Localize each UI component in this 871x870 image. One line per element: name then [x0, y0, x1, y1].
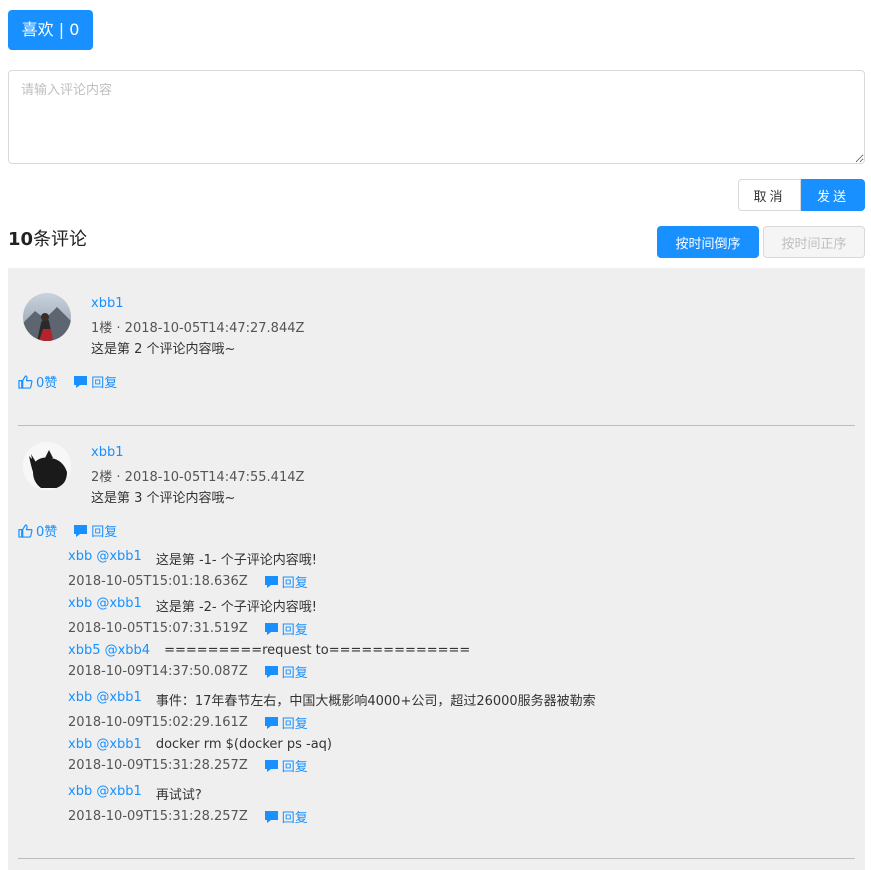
black-cat-avatar: [23, 442, 71, 490]
reply-label: 回复: [281, 623, 308, 638]
like-button[interactable]: 喜欢 | 0: [8, 10, 93, 50]
sub-comment-author[interactable]: xbb @xbb1: [68, 784, 142, 803]
comment-count-suffix: 条评论: [33, 229, 88, 250]
comment-content: 这是第 2 个评论内容哦~: [91, 342, 236, 357]
sub-comment: xbb @xbb1 这是第 -1- 个子评论内容哦! 2018-10-05T15…: [68, 549, 317, 591]
sub-comment-time: 2018-10-09T15:02:29.161Z: [68, 715, 248, 730]
sub-comment-time: 2018-10-09T15:31:28.257Z: [68, 809, 248, 824]
reply-label: 回复: [91, 525, 118, 540]
sub-comment: xbb @xbb1 这是第 -2- 个子评论内容哦! 2018-10-05T15…: [68, 596, 317, 638]
message-icon: [264, 665, 278, 678]
sub-comment-author[interactable]: xbb @xbb1: [68, 549, 142, 568]
like-count: 0赞: [36, 376, 58, 391]
sub-comment-time: 2018-10-05T15:01:18.636Z: [68, 574, 248, 589]
reply-label: 回复: [281, 760, 308, 775]
like-comment-button[interactable]: 0赞: [18, 521, 57, 540]
comment-count-number: 10: [8, 229, 34, 250]
sub-comment-reply-button[interactable]: 回复: [264, 619, 308, 638]
comment-author[interactable]: xbb1: [91, 445, 123, 460]
sub-comment-text: 这是第 -1- 个子评论内容哦!: [155, 553, 317, 568]
comment-divider: [18, 858, 855, 859]
sub-comment-author[interactable]: xbb5 @xbb4: [68, 643, 150, 658]
sort-desc-button[interactable]: 按时间倒序: [657, 226, 759, 258]
comment-author[interactable]: xbb1: [91, 296, 123, 311]
reply-label: 回复: [281, 811, 308, 826]
sub-comment-text: 这是第 -2- 个子评论内容哦!: [155, 600, 317, 615]
comment-actions: 0赞 回复: [18, 521, 133, 540]
message-icon: [74, 524, 88, 537]
sub-comment-reply-button[interactable]: 回复: [264, 756, 308, 775]
thumbs-up-icon: [18, 374, 33, 389]
thumbs-up-icon: [18, 523, 33, 538]
sub-comment-text: 事件：17年春节左右，中国大概影响4000+公司，超过26000服务器被勒索: [155, 694, 596, 709]
comment-meta: 1楼 · 2018-10-05T14:47:27.844Z: [91, 321, 305, 336]
sub-comment: xbb @xbb1 再试试? 2018-10-09T15:31:28.257Z …: [68, 784, 308, 826]
sub-comment-author[interactable]: xbb @xbb1: [68, 737, 142, 752]
comment-input[interactable]: [8, 70, 865, 164]
sub-comment: xbb @xbb1 docker rm $(docker ps -aq) 201…: [68, 737, 332, 775]
reply-label: 回复: [281, 576, 308, 591]
sub-comment: xbb @xbb1 事件：17年春节左右，中国大概影响4000+公司，超过260…: [68, 690, 596, 732]
message-icon: [264, 810, 278, 823]
sub-comment-reply-button[interactable]: 回复: [264, 662, 308, 681]
cancel-button[interactable]: 取消: [738, 179, 801, 211]
comment-count-title: 10条评论: [8, 225, 87, 251]
sub-comment-text: 再试试?: [155, 788, 202, 803]
sub-comment-text: docker rm $(docker ps -aq): [155, 737, 332, 752]
comment-content: 这是第 3 个评论内容哦~: [91, 491, 236, 506]
comment-meta: 2楼 · 2018-10-05T14:47:55.414Z: [91, 470, 305, 485]
reply-comment-button[interactable]: 回复: [73, 372, 117, 391]
message-icon: [264, 575, 278, 588]
sort-asc-button[interactable]: 按时间正序: [763, 226, 865, 258]
send-button[interactable]: 发送: [801, 179, 865, 211]
sub-comment-text: =========request to=============: [164, 643, 471, 658]
reply-label: 回复: [91, 376, 118, 391]
sub-comment-reply-button[interactable]: 回复: [264, 713, 308, 732]
editor-button-group: 取消 发送: [738, 179, 865, 211]
sub-comment: xbb5 @xbb4 =========request to==========…: [68, 643, 470, 681]
sub-comment-time: 2018-10-09T15:31:28.257Z: [68, 758, 248, 773]
comment-actions: 0赞 回复: [18, 372, 133, 391]
sub-comment-reply-button[interactable]: 回复: [264, 572, 308, 591]
comment-divider: [18, 425, 855, 426]
like-comment-button[interactable]: 0赞: [18, 372, 57, 391]
reply-label: 回复: [281, 666, 308, 681]
sub-comment-author[interactable]: xbb @xbb1: [68, 596, 142, 615]
message-icon: [74, 375, 88, 388]
like-count: 0赞: [36, 525, 58, 540]
sub-comment-author[interactable]: xbb @xbb1: [68, 690, 142, 709]
mountain-photo-avatar: [23, 293, 71, 341]
sub-comment-time: 2018-10-09T14:37:50.087Z: [68, 664, 248, 679]
reply-label: 回复: [281, 717, 308, 732]
message-icon: [264, 759, 278, 772]
sub-comment-reply-button[interactable]: 回复: [264, 807, 308, 826]
reply-comment-button[interactable]: 回复: [73, 521, 117, 540]
sub-comment-time: 2018-10-05T15:07:31.519Z: [68, 621, 248, 636]
message-icon: [264, 622, 278, 635]
comment-list: xbb1 1楼 · 2018-10-05T14:47:27.844Z 这是第 2…: [8, 268, 865, 870]
message-icon: [264, 716, 278, 729]
